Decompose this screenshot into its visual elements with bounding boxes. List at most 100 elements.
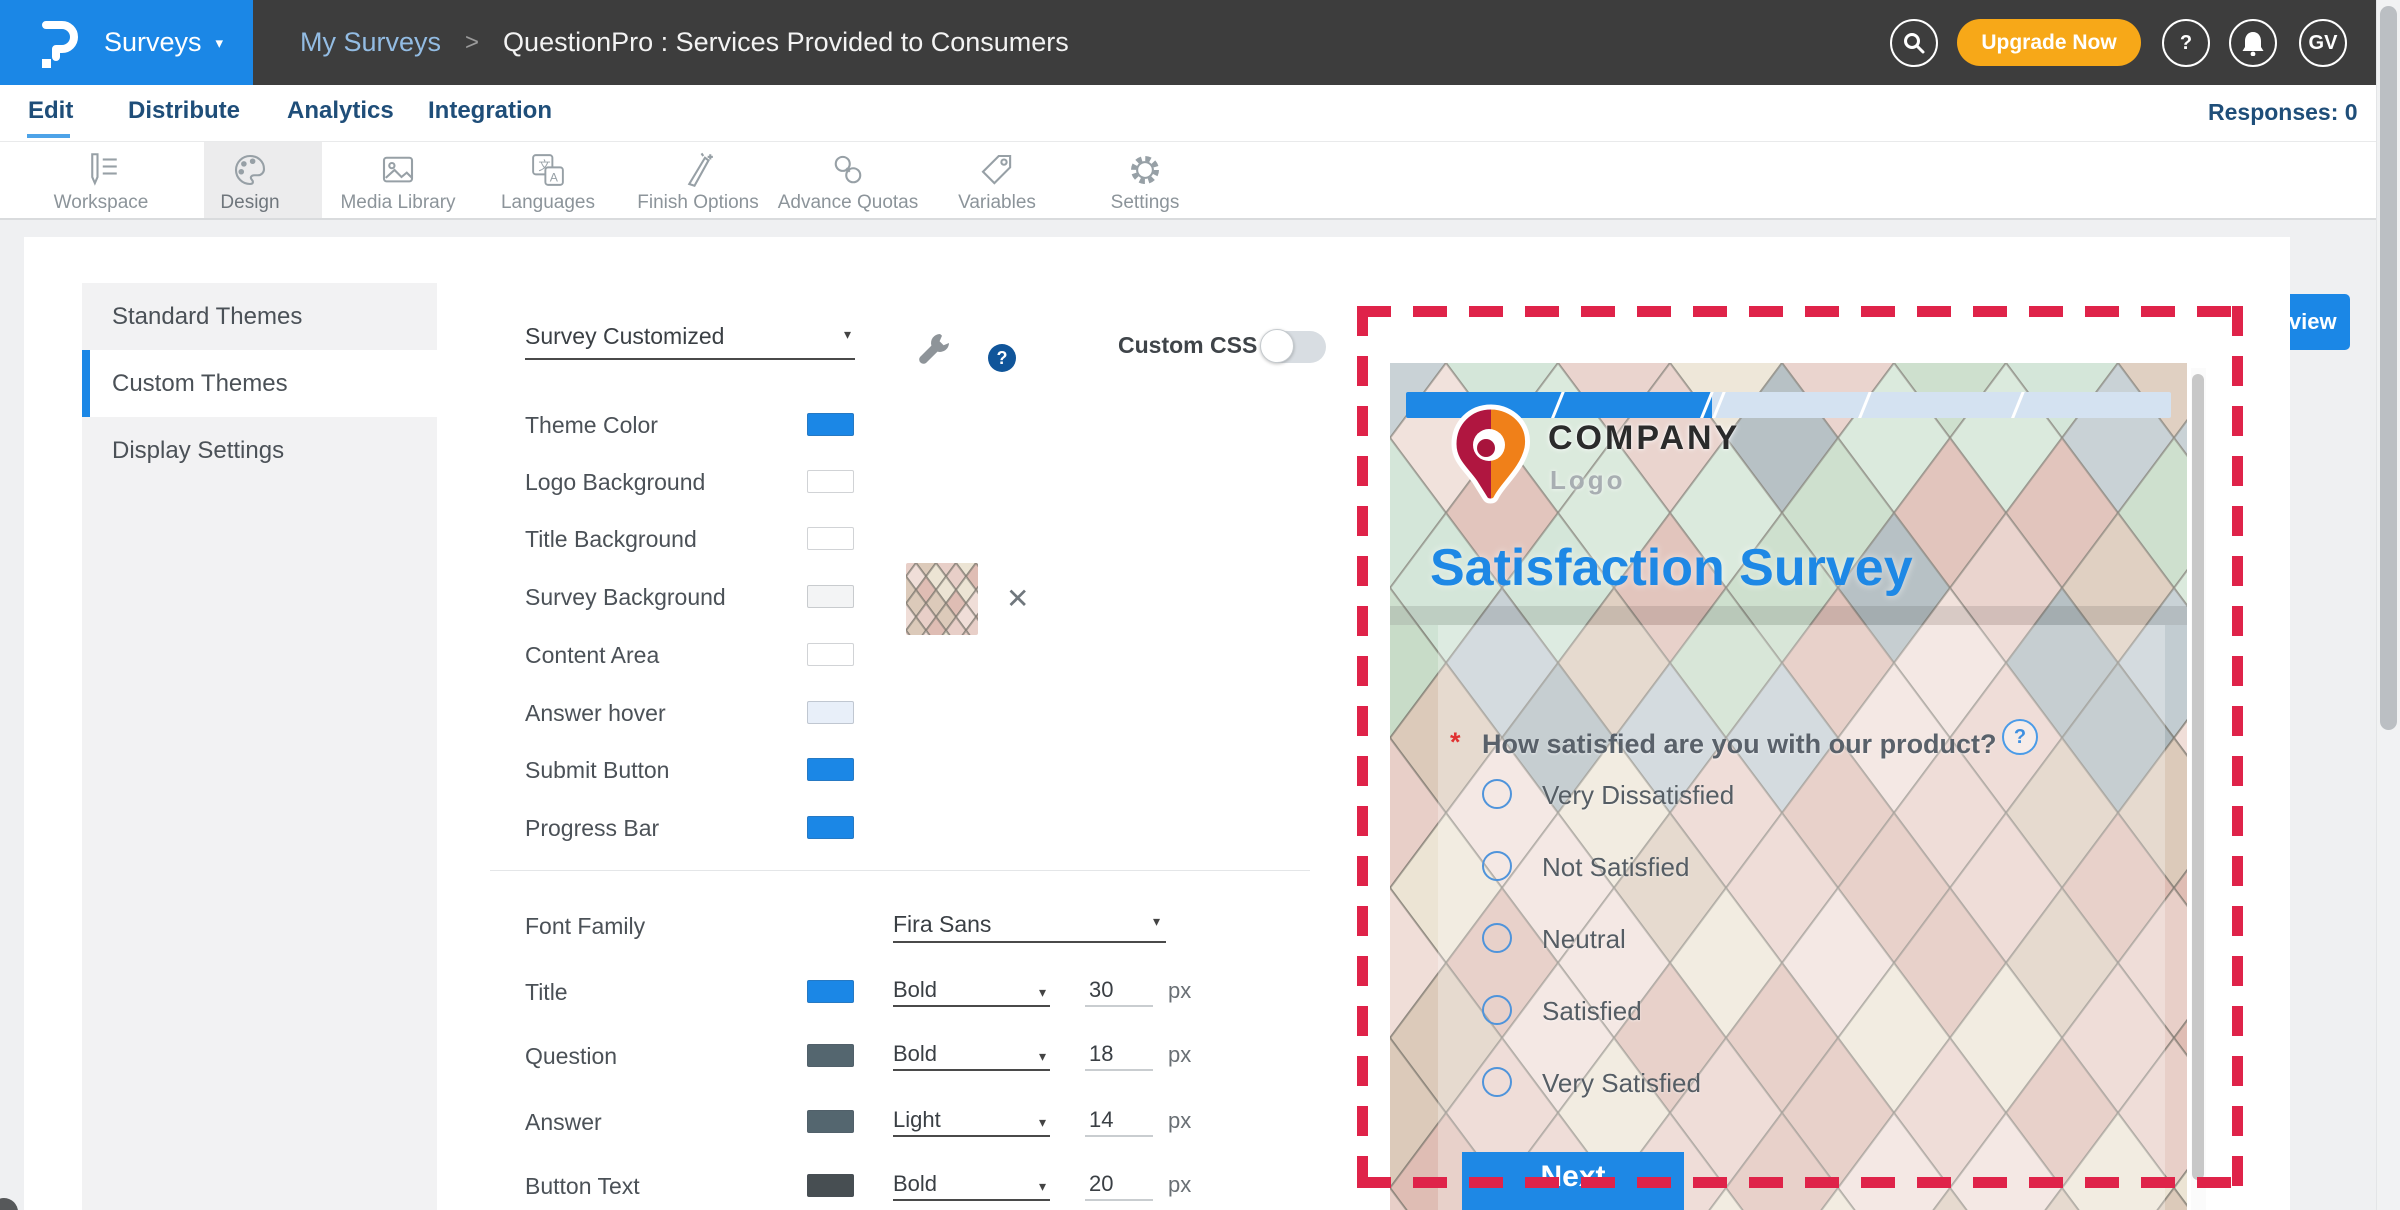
radio-icon[interactable] xyxy=(1482,851,1512,881)
toolbar-item-variables[interactable]: Variables xyxy=(922,142,1072,218)
magic-wand-icon xyxy=(623,149,773,191)
bell-icon xyxy=(2241,30,2265,56)
font-color-swatch[interactable] xyxy=(807,1174,854,1197)
survey-background-thumbnail[interactable] xyxy=(906,563,978,635)
button-text-weight-select[interactable]: Bold▾ xyxy=(893,1169,1050,1201)
product-switcher[interactable]: Surveys ▾ xyxy=(0,0,253,85)
question-weight-select[interactable]: Bold▾ xyxy=(893,1039,1050,1071)
preview-dashed-border-left xyxy=(1357,306,1368,1188)
question-help-icon[interactable]: ? xyxy=(2002,719,2038,755)
chain-links-icon xyxy=(773,149,923,191)
toolbar-item-workspace[interactable]: Workspace xyxy=(26,142,176,218)
radio-icon[interactable] xyxy=(1482,923,1512,953)
color-swatch[interactable] xyxy=(807,643,854,666)
toolbar-item-settings[interactable]: Settings xyxy=(1070,142,1220,218)
color-swatch[interactable] xyxy=(807,758,854,781)
toggle-knob xyxy=(1260,329,1294,363)
chevron-down-icon: ▾ xyxy=(216,34,224,52)
color-swatch[interactable] xyxy=(807,470,854,493)
answer-size-input[interactable]: 14 xyxy=(1085,1105,1153,1137)
color-row-answer-hover: Answer hover xyxy=(525,697,945,729)
title-weight-select[interactable]: Bold▾ xyxy=(893,975,1050,1007)
toolbar-item-languages[interactable]: 文 A Languages xyxy=(473,142,623,218)
preview-dashed-border-top xyxy=(1357,306,2243,317)
breadcrumb: My Surveys > QuestionPro : Services Prov… xyxy=(300,0,1069,85)
font-family-row: Font Family Fira Sans ▾ xyxy=(525,909,1245,943)
chevron-down-icon: ▾ xyxy=(1039,977,1046,1007)
option-very-satisfied[interactable]: Very Satisfied xyxy=(1482,1067,2082,1101)
color-swatch[interactable] xyxy=(807,527,854,550)
chevron-down-icon: ▾ xyxy=(1039,1107,1046,1137)
option-very-dissatisfied[interactable]: Very Dissatisfied xyxy=(1482,779,2082,813)
required-asterisk: * xyxy=(1450,727,1461,758)
page-scrollbar-thumb[interactable] xyxy=(2380,6,2397,730)
remove-background-icon[interactable]: ✕ xyxy=(1006,582,1029,615)
avatar[interactable]: GV xyxy=(2299,19,2347,67)
radio-icon[interactable] xyxy=(1482,995,1512,1025)
option-neutral[interactable]: Neutral xyxy=(1482,923,2082,957)
notifications-button[interactable] xyxy=(2229,19,2277,67)
chat-widget-corner[interactable] xyxy=(0,1198,18,1210)
media-library-icon xyxy=(323,149,473,191)
survey-title: QuestionPro : Services Provided to Consu… xyxy=(503,27,1069,58)
help-button[interactable]: ? xyxy=(2162,19,2210,67)
chevron-down-icon: ▾ xyxy=(1153,913,1160,930)
font-color-swatch[interactable] xyxy=(807,1110,854,1133)
toolbar-item-media-library[interactable]: Media Library xyxy=(323,142,473,218)
design-palette-icon xyxy=(175,149,325,191)
custom-css-label: Custom CSS xyxy=(1118,332,1257,359)
button-text-size-input[interactable]: 20 xyxy=(1085,1169,1153,1201)
color-swatch[interactable] xyxy=(807,585,854,608)
tab-edit[interactable]: Edit xyxy=(28,97,73,125)
page-scrollbar[interactable] xyxy=(2376,0,2400,1210)
font-row-answer: Answer Light▾ 14 px xyxy=(525,1105,1245,1139)
toolbar-item-finish-options[interactable]: Finish Options xyxy=(623,142,773,218)
svg-text:A: A xyxy=(550,170,559,184)
option-satisfied[interactable]: Satisfied xyxy=(1482,995,2082,1029)
theme-help-icon[interactable]: ? xyxy=(988,344,1016,372)
product-name: Surveys xyxy=(104,27,202,58)
question-text: How satisfied are you with our product? xyxy=(1482,729,1997,760)
wrench-icon xyxy=(915,330,955,370)
color-row-title-bg: Title Background xyxy=(525,523,945,555)
title-band-edge xyxy=(1390,606,2187,625)
toolbar-item-design[interactable]: Design xyxy=(175,142,325,218)
question-size-input[interactable]: 18 xyxy=(1085,1039,1153,1071)
color-row-content-area: Content Area xyxy=(525,639,945,671)
color-swatch[interactable] xyxy=(807,413,854,436)
search-button[interactable] xyxy=(1890,19,1938,67)
font-family-select[interactable]: Fira Sans ▾ xyxy=(893,909,1166,943)
toolbar-item-advance-quotas[interactable]: Advance Quotas xyxy=(773,142,923,218)
sidebar-item-standard-themes[interactable]: Standard Themes xyxy=(82,283,437,350)
color-swatch[interactable] xyxy=(807,701,854,724)
breadcrumb-my-surveys[interactable]: My Surveys xyxy=(300,27,441,58)
sidebar-item-custom-themes[interactable]: Custom Themes xyxy=(82,350,437,417)
upgrade-now-button[interactable]: Upgrade Now xyxy=(1957,19,2141,66)
responses-count[interactable]: Responses: 0 xyxy=(2208,99,2358,126)
tab-integration[interactable]: Integration xyxy=(428,97,552,125)
answer-weight-select[interactable]: Light▾ xyxy=(893,1105,1050,1137)
top-header: Surveys ▾ My Surveys > QuestionPro : Ser… xyxy=(0,0,2400,85)
search-icon xyxy=(1902,31,1926,55)
font-color-swatch[interactable] xyxy=(807,1044,854,1067)
preview-scrollbar[interactable] xyxy=(2191,368,2206,1210)
preview-scrollbar-thumb[interactable] xyxy=(2192,374,2204,1180)
radio-icon[interactable] xyxy=(1482,1067,1512,1097)
custom-css-toggle[interactable] xyxy=(1262,331,1326,363)
font-color-swatch[interactable] xyxy=(807,980,854,1003)
chevron-down-icon: ▾ xyxy=(1039,1171,1046,1201)
color-row-theme: Theme Color xyxy=(525,409,945,441)
tag-icon xyxy=(922,149,1072,191)
section-tabs: Edit Distribute Analytics Integration Re… xyxy=(0,85,2400,142)
company-pin-logo-icon xyxy=(1447,403,1535,509)
color-swatch[interactable] xyxy=(807,816,854,839)
radio-icon[interactable] xyxy=(1482,779,1512,809)
sidebar-item-display-settings[interactable]: Display Settings xyxy=(82,417,437,484)
theme-select[interactable]: Survey Customized ▾ xyxy=(525,316,855,360)
chevron-down-icon: ▾ xyxy=(1039,1041,1046,1071)
tab-distribute[interactable]: Distribute xyxy=(128,97,240,125)
title-size-input[interactable]: 30 xyxy=(1085,975,1153,1007)
theme-tools-button[interactable] xyxy=(915,330,955,375)
tab-analytics[interactable]: Analytics xyxy=(287,97,394,125)
option-not-satisfied[interactable]: Not Satisfied xyxy=(1482,851,2082,885)
